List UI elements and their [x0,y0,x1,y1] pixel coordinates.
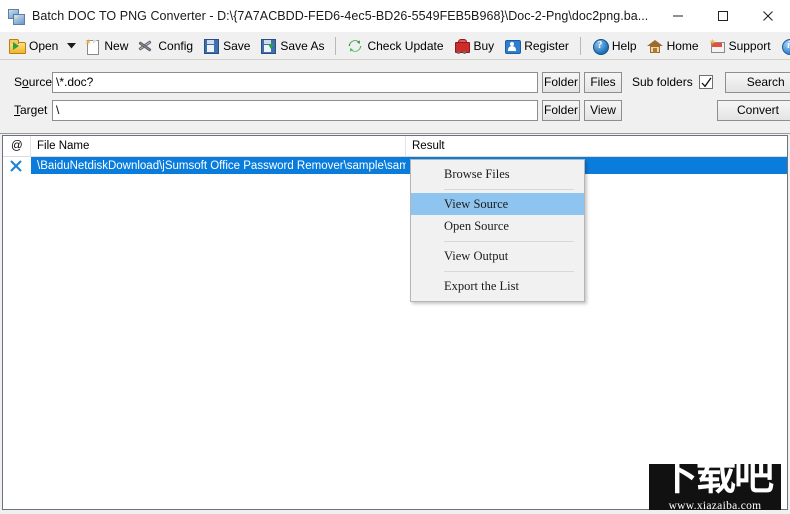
sub-folders-label: Sub folders [632,75,693,89]
target-view-button[interactable]: View [584,99,622,121]
app-image-icon [8,8,25,25]
toolbar-button-save[interactable]: Save [198,34,255,58]
user-register-icon [504,38,522,54]
source-row: Source \*.doc? Folder Files Sub folders … [0,71,790,93]
toolbar-button-help[interactable]: ? Help [587,34,642,58]
toolbar-button-register[interactable]: Register [499,34,574,58]
row-flag-cell [3,157,31,174]
help-question-icon: ? [592,38,609,55]
toolbar-label-save-as: Save As [280,38,325,53]
toolbar-separator [335,36,337,55]
column-header-flag[interactable]: @ [3,136,31,156]
menu-item-open-source[interactable]: Open Source [411,215,584,237]
target-row: Target \ Folder View Convert [0,99,790,121]
menu-item-view-output[interactable]: View Output [411,245,584,267]
toolbar-label-config: Config [158,38,194,53]
source-input[interactable]: \*.doc? [52,71,538,93]
target-label: Target [14,103,48,117]
menu-item-export-the-list[interactable]: Export the List [411,275,584,297]
source-files-button[interactable]: Files [584,71,622,93]
site-watermark: 下载吧 www.xiazaiba.com [649,448,784,512]
floppy-save-as-icon [260,38,277,54]
maximize-icon [717,11,728,21]
paths-panel: Source \*.doc? Folder Files Sub folders … [0,60,790,134]
toolbar-label-help: Help [611,38,637,53]
checkmark-icon [701,77,712,88]
title-bar: Batch DOC TO PNG Converter - D:\{7A7ACBD… [0,0,790,33]
open-folder-icon [9,38,26,54]
target-input-value: \ [56,103,60,117]
watermark-cjk-text: 下载吧 [658,453,774,499]
page-title: Batch DOC TO PNG Converter - D:\{7A7ACBD… [32,9,649,23]
toolbar-button-check-update[interactable]: Check Update [342,34,448,58]
toolbar-label-support: Support [728,38,771,53]
menu-separator [444,189,574,190]
column-header-filename[interactable]: File Name [31,136,406,156]
shopping-cart-icon [454,38,470,54]
row-filename-cell: \BaiduNetdiskDownload\jSumsoft Office Pa… [31,157,406,174]
source-label-accel: o [22,75,29,89]
toolbar-button-config[interactable]: Config [133,34,198,58]
tools-config-icon [138,38,154,54]
convert-button[interactable]: Convert [717,99,790,121]
menu-item-browse-files[interactable]: Browse Files [411,163,584,185]
toolbar-label-home: Home [666,38,699,53]
open-dropdown-button[interactable] [63,34,79,58]
menu-item-view-source[interactable]: View Source [411,193,584,215]
column-header-result[interactable]: Result [406,136,787,156]
toolbar-label-buy: Buy [473,38,495,53]
file-list-header: @ File Name Result [3,136,787,157]
toolbar-separator [579,36,581,55]
menu-separator [444,241,574,242]
application-window: Batch DOC TO PNG Converter - D:\{7A7ACBD… [0,0,790,514]
toolbar-label-save: Save [223,38,251,53]
toolbar-button-about[interactable]: i About [776,34,790,58]
toolbar-label-register: Register [524,38,569,53]
new-document-icon: ✶ [84,37,100,55]
minimize-button[interactable] [655,1,700,32]
sub-folders-group[interactable]: Sub folders [632,75,713,89]
sub-folders-checkbox[interactable] [698,75,713,89]
menu-separator [444,271,574,272]
toolbar-button-open[interactable]: Open [4,34,63,58]
mail-support-icon: ✶ [709,37,725,54]
house-home-icon [646,38,663,54]
close-button[interactable] [745,1,790,32]
main-toolbar: Open ✶ New Config Save Save As Check Upd… [0,32,790,60]
floppy-save-icon [203,38,220,54]
watermark-url: www.xiazaiba.com [668,500,762,512]
target-input[interactable]: \ [52,99,538,121]
table-row[interactable]: \BaiduNetdiskDownload\jSumsoft Office Pa… [3,157,787,174]
toolbar-label-open: Open [29,38,59,53]
source-label: Source [14,75,53,89]
toolbar-button-home[interactable]: Home [642,34,704,58]
maximize-button[interactable] [700,1,745,32]
toolbar-label-check-update: Check Update [367,38,444,53]
toolbar-button-support[interactable]: ✶ Support [704,34,776,58]
close-icon [762,11,773,21]
toolbar-button-new[interactable]: ✶ New [79,34,133,58]
chevron-down-icon [66,42,76,48]
minimize-icon [672,15,683,17]
context-menu: Browse Files View Source Open Source Vie… [410,159,585,302]
info-about-icon: i [781,38,790,55]
x-mark-icon [9,159,23,173]
toolbar-button-buy[interactable]: Buy [449,34,500,58]
source-input-value: \*.doc? [56,75,94,89]
search-button[interactable]: Search [724,71,790,93]
toolbar-label-new: New [104,38,129,53]
refresh-arrows-icon [347,38,363,54]
target-folder-button[interactable]: Folder [542,99,580,121]
source-folder-button[interactable]: Folder [542,71,580,93]
toolbar-button-save-as[interactable]: Save As [255,34,329,58]
